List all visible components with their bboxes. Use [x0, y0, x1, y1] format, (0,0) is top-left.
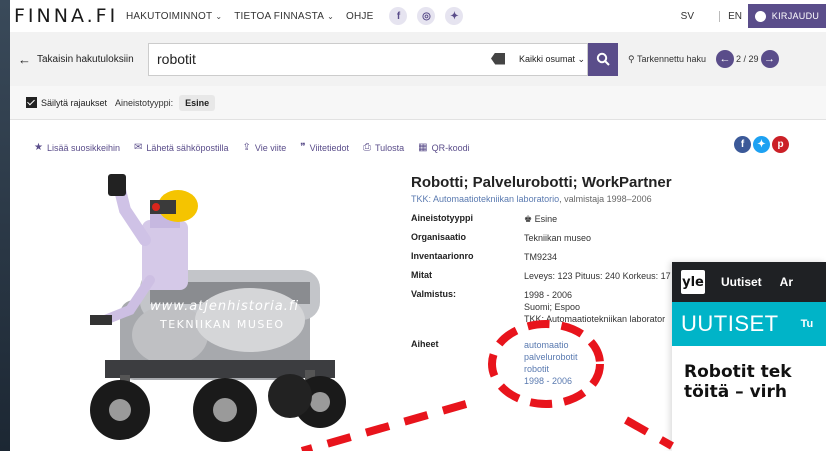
left-edge-strip: [0, 0, 10, 451]
share-pinterest-icon[interactable]: p: [772, 136, 789, 153]
twitter-icon[interactable]: ✦: [445, 7, 464, 25]
share-facebook-icon[interactable]: f: [734, 136, 751, 153]
qr-icon: ▦: [418, 142, 428, 153]
finna-logo[interactable]: FINNA.FI: [14, 5, 115, 27]
subject-link[interactable]: robotit: [524, 364, 549, 374]
field-row: Mitat Leveys: 123 Pituus: 240 Korkeus: 17: [411, 270, 671, 281]
chevron-down-icon: ⌄: [577, 53, 586, 64]
search-icon: [596, 52, 610, 66]
email-link[interactable]: ✉ Lähetä sähköpostilla: [134, 142, 228, 153]
citation-link[interactable]: ❞ Viitetiedot: [300, 142, 349, 153]
export-link[interactable]: ⇪ Vie viite: [242, 142, 286, 153]
search-row: ← Takaisin hakutuloksiin Kaikki osumat ⌄…: [10, 32, 826, 86]
search-button[interactable]: [588, 42, 618, 76]
add-favorite-link[interactable]: ★ Lisää suosikkeihin: [34, 142, 120, 153]
field-row: Aineistotyyppi ♚ Esine: [411, 213, 558, 224]
star-icon: ★: [34, 142, 43, 153]
quote-icon: ❞: [300, 142, 306, 153]
search-input[interactable]: [149, 51, 479, 67]
yle-nav-next[interactable]: Ar: [780, 275, 793, 289]
record-title: Robotti; Palvelurobotti; WorkPartner: [411, 174, 672, 191]
record-header: Robotti; Palvelurobotti; WorkPartner TKK…: [411, 174, 672, 204]
back-to-results-link[interactable]: ← Takaisin hakutuloksiin: [18, 52, 148, 67]
mail-icon: ✉: [134, 142, 143, 153]
yle-nav-uutiset[interactable]: Uutiset: [721, 275, 762, 289]
field-row: Inventaarionro TM9234: [411, 251, 558, 262]
qr-code-link[interactable]: ▦ QR-koodi: [418, 142, 469, 153]
yle-news-overlay: yle Uutiset Ar UUTISET Tu Robotit tek töi…: [672, 262, 826, 451]
dashed-arrow-right-annotation: [624, 416, 674, 450]
field-row: Organisaatio Tekniikan museo: [411, 232, 592, 243]
user-icon: [754, 10, 766, 22]
yle-headline[interactable]: Robotit tek töitä – virh: [684, 362, 826, 402]
print-link[interactable]: ⎙ Tulosta: [363, 142, 404, 153]
advanced-search-link[interactable]: ⚲ Tarkennettu haku: [628, 54, 706, 65]
nav-hakutoiminnot[interactable]: HAKUTOIMINNOT ⌄: [126, 11, 222, 22]
object-type-icon: ♚: [524, 214, 533, 224]
top-navbar: FINNA.FI HAKUTOIMINNOT ⌄ TIETOA FINNASTA ⌄…: [10, 0, 826, 32]
field-row-subjects: Aiheet automaatio palvelurobotit robotit…: [411, 339, 578, 386]
yle-header: yle Uutiset Ar: [672, 262, 826, 302]
record-actions: ★ Lisää suosikkeihin ✉ Lähetä sähköpostill…: [34, 142, 484, 153]
search-box: Kaikki osumat ⌄: [148, 42, 588, 76]
chevron-down-icon: ⌄: [215, 11, 223, 21]
keep-filters-checkbox[interactable]: [26, 97, 37, 108]
result-pager: ← 2 / 29 →: [714, 50, 781, 68]
filter-chip-esine[interactable]: Esine: [179, 94, 216, 111]
subject-link[interactable]: palvelurobotit: [524, 352, 578, 362]
record-subtitle: TKK: Automaatiotekniikan laboratorio, va…: [411, 194, 652, 204]
subject-link[interactable]: 1998 - 2006: [524, 376, 572, 386]
organization-link[interactable]: TKK: Automaatiotekniikan laboratorio: [411, 194, 559, 204]
chevron-down-icon: ⌄: [327, 11, 334, 21]
yle-section-tab[interactable]: Tu: [801, 318, 814, 330]
login-button[interactable]: KIRJAUDU: [748, 4, 826, 28]
search-scope-select[interactable]: Kaikki osumat ⌄: [519, 54, 585, 65]
yle-section-band: UUTISET Tu: [672, 302, 826, 346]
nav-tietoa-finnasta[interactable]: TIETOA FINNASTA ⌄: [234, 11, 334, 22]
filter-row: Säilytä rajaukset Aineistotyyppi: Esine: [10, 86, 826, 120]
record-fields: Aineistotyyppi ♚ Esine Organisaatio Teknii…: [411, 213, 671, 386]
yle-logo[interactable]: yle: [681, 270, 705, 294]
facebook-icon[interactable]: f: [389, 7, 408, 25]
next-result-button[interactable]: →: [760, 50, 779, 68]
arrow-left-icon: ←: [18, 51, 31, 67]
share-twitter-icon[interactable]: ✦: [753, 136, 770, 153]
clear-input-icon[interactable]: [491, 52, 505, 65]
record-image[interactable]: www.atjenhistoria.fi TEKNIIKAN MUSEO: [50, 170, 380, 451]
nav-ohje[interactable]: OHJE: [346, 11, 373, 22]
yle-section-title: UUTISET: [681, 311, 779, 336]
image-watermark-url: www.atjenhistoria.fi: [150, 299, 299, 314]
search-plus-icon: ⚲: [628, 53, 635, 64]
lang-en[interactable]: EN: [719, 10, 742, 22]
export-icon: ⇪: [242, 142, 251, 153]
instagram-icon[interactable]: ◎: [417, 7, 436, 25]
subject-link[interactable]: automaatio: [524, 340, 569, 350]
field-row: Valmistus: 1998 - 2006 Suomi; Espoo TKK: A…: [411, 289, 666, 324]
lang-sv[interactable]: SV: [681, 11, 694, 22]
image-watermark-museum: TEKNIIKAN MUSEO: [159, 318, 285, 331]
prev-result-button[interactable]: ←: [715, 50, 734, 68]
print-icon: ⎙: [362, 142, 371, 153]
